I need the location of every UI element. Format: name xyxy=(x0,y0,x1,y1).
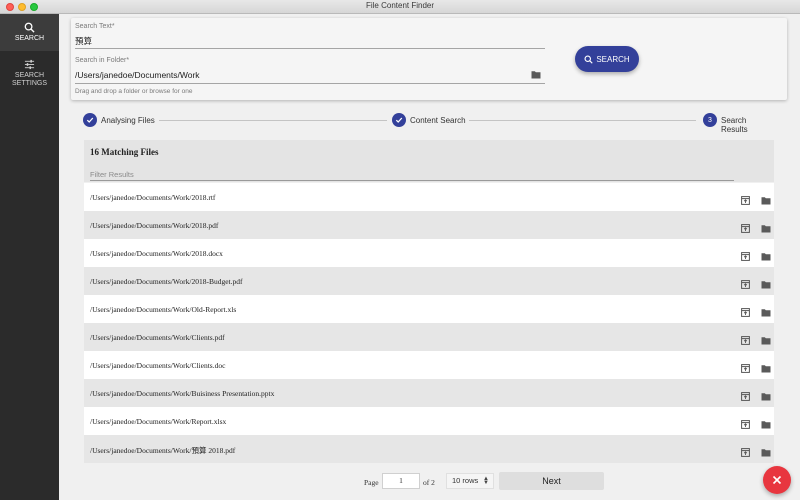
file-path: /Users/janedoe/Documents/Work/2018.docx xyxy=(90,249,223,258)
open-file-icon[interactable] xyxy=(741,192,750,210)
filter-results-input[interactable]: Filter Results xyxy=(90,170,134,179)
search-folder-label: Search in Folder* xyxy=(75,57,130,64)
sidebar-item-search[interactable]: SEARCH xyxy=(0,14,59,51)
file-path: /Users/janedoe/Documents/Work/2018.pdf xyxy=(90,221,219,230)
file-path: /Users/janedoe/Documents/Work/Report.xls… xyxy=(90,417,227,426)
sidebar-item-label-line1: SEARCH xyxy=(14,72,45,79)
show-in-folder-icon[interactable] xyxy=(761,332,771,350)
filter-underline xyxy=(90,180,734,181)
main-content: Search Text* 預算 Search in Folder* /Users… xyxy=(59,14,800,500)
table-row[interactable]: /Users/janedoe/Documents/Work/Clients.pd… xyxy=(84,323,774,351)
open-file-icon[interactable] xyxy=(741,416,750,434)
table-row[interactable]: /Users/janedoe/Documents/Work/Report.xls… xyxy=(84,407,774,435)
results-header: 16 Matching Files Filter Results xyxy=(84,140,774,182)
show-in-folder-icon[interactable] xyxy=(761,248,771,266)
show-in-folder-icon[interactable] xyxy=(761,276,771,294)
sliders-icon xyxy=(24,59,35,70)
search-icon xyxy=(24,22,35,33)
step-connector xyxy=(469,120,696,121)
search-folder-underline xyxy=(75,83,545,84)
select-arrows-icon: ▲ ▼ xyxy=(483,476,489,486)
table-row[interactable]: /Users/janedoe/Documents/Work/Clients.do… xyxy=(84,351,774,379)
file-path: /Users/janedoe/Documents/Work/2018.rtf xyxy=(90,193,216,202)
open-file-icon[interactable] xyxy=(741,388,750,406)
file-path: /Users/janedoe/Documents/Work/預算 2018.pd… xyxy=(90,446,236,455)
table-row[interactable]: /Users/janedoe/Documents/Work/Old-Report… xyxy=(84,295,774,323)
search-text-label: Search Text* xyxy=(75,23,115,30)
close-icon xyxy=(772,475,782,485)
table-row[interactable]: /Users/janedoe/Documents/Work/Buisiness … xyxy=(84,379,774,407)
page-total-label: of 2 xyxy=(423,478,435,487)
show-in-folder-icon[interactable] xyxy=(761,444,771,462)
open-file-icon[interactable] xyxy=(741,276,750,294)
page-number-input[interactable]: 1 xyxy=(382,473,420,489)
close-fab-button[interactable] xyxy=(763,466,791,494)
step-label-search-results: Search Results xyxy=(721,116,748,134)
search-icon xyxy=(584,54,594,64)
search-folder-helper: Drag and drop a folder or browse for one xyxy=(75,88,193,95)
rows-per-page-select[interactable]: 10 rows ▲ ▼ xyxy=(446,473,494,489)
table-row[interactable]: /Users/janedoe/Documents/Work/2018.docx xyxy=(84,239,774,267)
show-in-folder-icon[interactable] xyxy=(761,304,771,322)
file-path: /Users/janedoe/Documents/Work/Clients.do… xyxy=(90,361,226,370)
show-in-folder-icon[interactable] xyxy=(761,388,771,406)
show-in-folder-icon[interactable] xyxy=(761,360,771,378)
table-row[interactable]: /Users/janedoe/Documents/Work/2018.rtf xyxy=(84,183,774,211)
open-file-icon[interactable] xyxy=(741,360,750,378)
step-done-check-icon xyxy=(83,113,97,127)
search-text-underline xyxy=(75,48,545,49)
open-file-icon[interactable] xyxy=(741,220,750,238)
show-in-folder-icon[interactable] xyxy=(761,220,771,238)
open-file-icon[interactable] xyxy=(741,304,750,322)
step-label-analysing: Analysing Files xyxy=(101,116,155,125)
sidebar-item-label-line2: SETTINGS xyxy=(11,80,47,87)
table-row[interactable]: /Users/janedoe/Documents/Work/2018-Budge… xyxy=(84,267,774,295)
search-folder-input[interactable]: /Users/janedoe/Documents/Work xyxy=(75,70,200,80)
rows-per-page-value: 10 rows xyxy=(452,476,479,485)
file-path: /Users/janedoe/Documents/Work/Buisiness … xyxy=(90,389,275,398)
window-title: File Content Finder xyxy=(365,1,435,10)
open-file-icon[interactable] xyxy=(741,444,750,462)
title-bar: File Content Finder xyxy=(0,0,800,14)
step-number-badge: 3 xyxy=(703,113,717,127)
results-table: 16 Matching Files Filter Results /Users/… xyxy=(84,140,774,467)
file-path: /Users/janedoe/Documents/Work/Old-Report… xyxy=(90,305,237,314)
search-button[interactable]: SEARCH xyxy=(575,46,639,72)
folder-browse-icon[interactable] xyxy=(531,70,541,79)
pagination: Page 1 of 2 10 rows ▲ ▼ Next xyxy=(364,472,624,490)
sidebar-item-search-settings[interactable]: SEARCH SETTINGS xyxy=(0,56,59,94)
step-label-content-search: Content Search xyxy=(410,116,466,125)
open-file-icon[interactable] xyxy=(741,248,750,266)
progress-stepper: Analysing Files Content Search 3 Search … xyxy=(83,112,773,134)
search-button-label: SEARCH xyxy=(596,54,630,64)
step-connector xyxy=(159,120,387,121)
table-row[interactable]: /Users/janedoe/Documents/Work/2018.pdf xyxy=(84,211,774,239)
results-count-title: 16 Matching Files xyxy=(90,147,159,157)
file-path: /Users/janedoe/Documents/Work/2018-Budge… xyxy=(90,277,243,286)
table-row[interactable]: /Users/janedoe/Documents/Work/預算 2018.pd… xyxy=(84,435,774,463)
sidebar: SEARCH SEARCH SETTINGS xyxy=(0,14,59,500)
open-file-icon[interactable] xyxy=(741,332,750,350)
show-in-folder-icon[interactable] xyxy=(761,192,771,210)
search-text-input[interactable]: 預算 xyxy=(75,35,92,47)
page-label: Page xyxy=(364,478,379,487)
show-in-folder-icon[interactable] xyxy=(761,416,771,434)
file-path: /Users/janedoe/Documents/Work/Clients.pd… xyxy=(90,333,225,342)
sidebar-item-label: SEARCH xyxy=(14,35,45,42)
step-done-check-icon xyxy=(392,113,406,127)
next-page-button[interactable]: Next xyxy=(499,472,604,490)
search-form-card: Search Text* 預算 Search in Folder* /Users… xyxy=(71,18,787,100)
